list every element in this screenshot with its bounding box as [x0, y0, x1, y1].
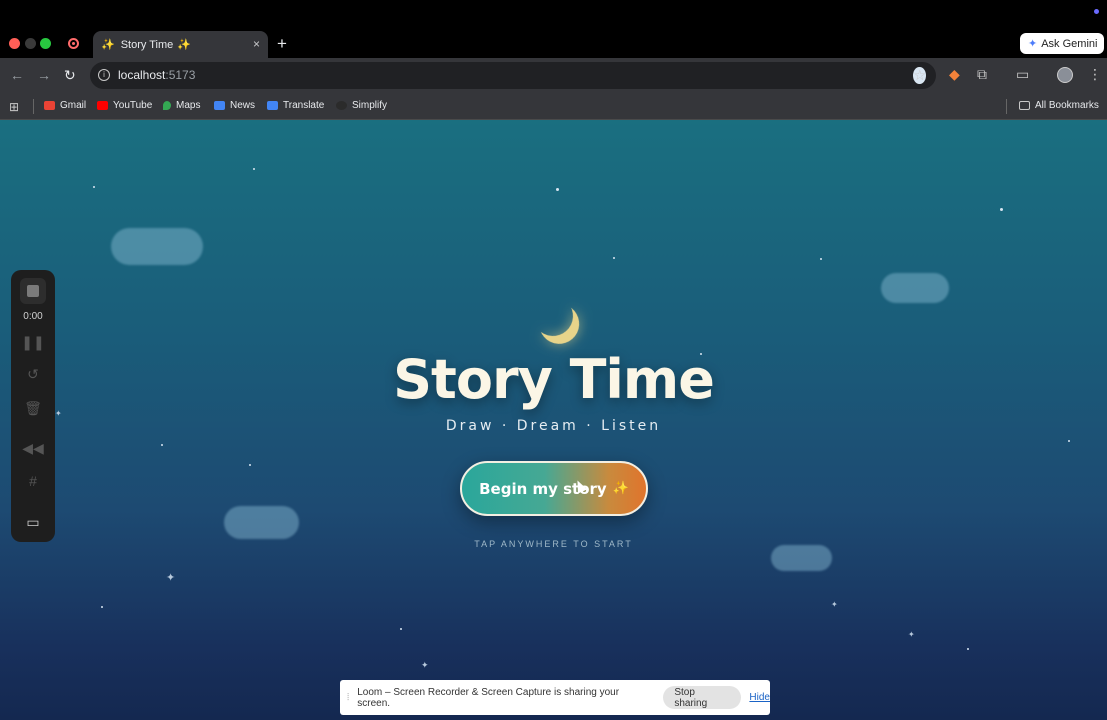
star: [400, 628, 402, 630]
star: [1068, 440, 1070, 442]
rewind-icon[interactable]: ◀◀: [11, 440, 55, 457]
divider: [1006, 99, 1007, 114]
status-dot: [1094, 9, 1099, 14]
sharing-message: Loom – Screen Recorder & Screen Capture …: [357, 686, 620, 709]
bookmark-youtube[interactable]: YouTube: [97, 100, 152, 111]
back-arrow-icon[interactable]: ←: [10, 67, 24, 83]
extension-icon[interactable]: ◆: [949, 66, 960, 83]
translate-icon: [267, 101, 278, 110]
cloud: [224, 506, 299, 539]
begin-story-button[interactable]: Begin my story ✨: [460, 461, 648, 516]
sparkle-icon: ✦: [166, 572, 176, 584]
maximize-window-button[interactable]: [40, 38, 51, 49]
star: [967, 648, 969, 650]
star: [253, 168, 255, 170]
tab-title: Story Time: [120, 38, 174, 51]
minimize-window-button[interactable]: [25, 38, 36, 49]
sparkles-icon: ✨: [612, 481, 629, 496]
close-window-button[interactable]: [9, 38, 20, 49]
recording-icon: [68, 38, 79, 49]
ask-gemini-button[interactable]: ✦ Ask Gemini: [1020, 33, 1104, 54]
page-title: Story Time: [393, 348, 715, 411]
profile-avatar[interactable]: [1057, 67, 1073, 83]
ask-gemini-label: Ask Gemini: [1041, 37, 1098, 50]
gemini-icon: ✦: [1028, 38, 1038, 50]
folder-icon: [1019, 101, 1030, 110]
bookmark-translate[interactable]: Translate: [267, 100, 324, 111]
close-tab-button[interactable]: ×: [253, 37, 260, 51]
menu-kebab-icon[interactable]: ⋮: [1088, 66, 1102, 83]
hide-banner-link[interactable]: Hide: [749, 692, 770, 703]
cast-search-icon[interactable]: ▭: [1016, 66, 1029, 83]
stop-recording-button[interactable]: [20, 278, 46, 304]
address-bar[interactable]: i localhost:5173 ☆: [90, 62, 936, 89]
simplify-icon: [336, 101, 347, 110]
star: [93, 186, 95, 188]
maps-icon: [163, 101, 171, 110]
bookmarks-bar: ⊞ Gmail YouTube Maps News Translate Simp…: [0, 93, 1107, 120]
restart-icon[interactable]: ↺: [11, 366, 55, 383]
sparkle-icon: ✦: [908, 630, 915, 639]
news-icon: [214, 101, 225, 110]
browser-tabstrip: ✨ Story Time ✨ × + ✦ Ask Gemini: [0, 0, 1107, 58]
tab-story-time[interactable]: ✨ Story Time ✨ ×: [93, 31, 268, 58]
recording-timer: 0:00: [23, 311, 43, 322]
trash-icon[interactable]: 🗑: [11, 400, 55, 417]
star: [101, 606, 103, 608]
star: [613, 257, 615, 259]
gmail-icon: [44, 101, 55, 110]
sparkle-icon: ✦: [421, 660, 429, 670]
star: [1000, 208, 1003, 211]
bookmark-star-icon[interactable]: ☆: [913, 67, 926, 84]
reload-icon[interactable]: ↻: [64, 67, 76, 84]
youtube-icon: [97, 101, 108, 110]
bookmark-news[interactable]: News: [214, 100, 255, 111]
sparkles-icon: ✨: [177, 39, 191, 51]
stop-sharing-button[interactable]: Stop sharing: [663, 686, 742, 709]
sparkle-icon: ✦: [831, 600, 838, 609]
extensions-puzzle-icon[interactable]: ⧉: [977, 66, 987, 83]
star: [161, 444, 163, 446]
loom-control-panel: 0:00 ❚❚ ↺ 🗑 ◀◀ # ▭: [11, 270, 55, 542]
cloud: [881, 273, 949, 303]
camera-icon[interactable]: ▭: [11, 514, 55, 531]
drag-handle-icon[interactable]: ⦙: [347, 692, 349, 703]
begin-story-label: Begin my story: [479, 479, 607, 498]
new-tab-button[interactable]: +: [277, 34, 287, 54]
site-info-icon[interactable]: i: [98, 69, 110, 81]
sparkles-icon: ✨: [101, 39, 115, 51]
bookmark-gmail[interactable]: Gmail: [44, 100, 86, 111]
star: [556, 188, 559, 191]
grid-icon[interactable]: #: [11, 473, 55, 489]
browser-toolbar: ← → ↻ i localhost:5173 ☆ ◆ ⧉ ▭ ⋮: [0, 58, 1107, 93]
divider: [33, 99, 34, 114]
story-time-page[interactable]: ✦ ✦ ✦ ✦ ✦ Story Time Draw · Dream · List…: [0, 120, 1107, 720]
bookmark-maps[interactable]: Maps: [163, 100, 200, 111]
moon-icon: [529, 292, 578, 341]
bookmark-simplify[interactable]: Simplify: [336, 100, 387, 111]
forward-arrow-icon[interactable]: →: [37, 67, 51, 83]
cloud: [111, 228, 203, 265]
all-bookmarks-button[interactable]: All Bookmarks: [1019, 100, 1099, 111]
page-subtitle: Draw · Dream · Listen: [445, 418, 662, 434]
star: [820, 258, 822, 260]
pause-icon[interactable]: ❚❚: [11, 334, 55, 351]
url-text[interactable]: localhost:5173: [118, 68, 195, 82]
star: [249, 464, 251, 466]
tap-hint: TAP ANYWHERE TO START: [474, 539, 633, 549]
screen-sharing-banner: ⦙ Loom – Screen Recorder & Screen Captur…: [340, 680, 770, 715]
apps-grid-icon[interactable]: ⊞: [9, 100, 19, 114]
